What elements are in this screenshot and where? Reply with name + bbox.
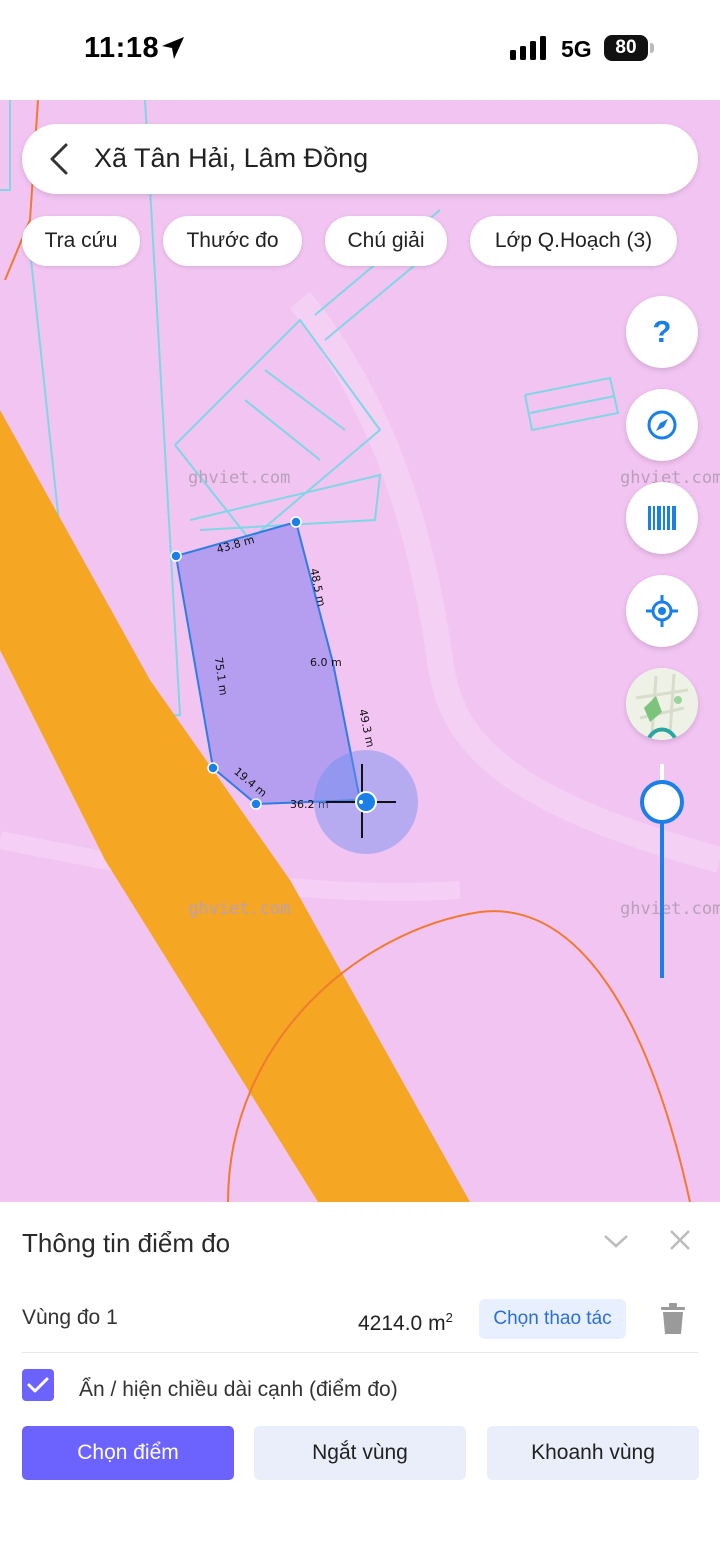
zoom-slider-cap: [660, 764, 664, 780]
zone-name: Vùng đo 1: [22, 1306, 118, 1329]
break-zone-button[interactable]: Ngắt vùng: [254, 1426, 466, 1480]
search-location-text[interactable]: Xã Tân Hải, Lâm Đồng: [94, 143, 368, 174]
zone-area-number: 4214.0 m: [358, 1312, 446, 1335]
trash-icon[interactable]: [660, 1303, 686, 1335]
vertex-handle[interactable]: [170, 550, 182, 562]
vertex-handle[interactable]: [207, 762, 219, 774]
checkmark-icon: [27, 1377, 49, 1393]
help-icon: ?: [652, 314, 672, 349]
zone-area-value: 4214.0 m2: [358, 1310, 453, 1336]
status-time: 11:18: [84, 32, 160, 64]
locate-icon: [646, 595, 678, 627]
zone-area-button[interactable]: Khoanh vùng: [487, 1426, 699, 1480]
barcode-button[interactable]: [626, 482, 698, 554]
signal-icon: [510, 36, 546, 60]
select-point-button[interactable]: Chọn điểm: [22, 1426, 234, 1480]
zone-area-exponent: 2: [445, 1310, 453, 1325]
watermark: ghviet.com: [188, 899, 290, 919]
zoom-slider-track[interactable]: [660, 800, 664, 978]
compass-icon: [647, 410, 677, 440]
chip-ruler[interactable]: Thước đo: [163, 216, 302, 266]
chip-lookup[interactable]: Tra cứu: [22, 216, 140, 266]
battery-indicator: 80: [604, 35, 648, 61]
map-layer-button[interactable]: [626, 668, 698, 740]
vertex-handle[interactable]: [250, 798, 262, 810]
panel-title: Thông tin điểm đo: [22, 1228, 231, 1258]
vertex-handle[interactable]: [290, 516, 302, 528]
edge-length-checkbox[interactable]: [22, 1369, 54, 1401]
edge-length-toggle-label[interactable]: Ẩn / hiện chiều dài cạnh (điểm đo): [79, 1378, 398, 1402]
watermark: ghviet.com: [620, 899, 720, 919]
choose-action-button[interactable]: Chọn thao tác: [479, 1299, 626, 1339]
chip-legend[interactable]: Chú giải: [325, 216, 447, 266]
chevron-down-icon[interactable]: [602, 1230, 630, 1252]
edge-length-label: 6.0 m: [310, 656, 342, 669]
battery-tip: [650, 43, 654, 53]
chip-planning-layers[interactable]: Lớp Q.Hoạch (3): [470, 216, 677, 266]
back-icon[interactable]: [46, 142, 72, 176]
close-icon[interactable]: [668, 1228, 692, 1252]
watermark: ghviet.com: [188, 468, 290, 488]
network-type: 5G: [561, 36, 592, 62]
barcode-icon: [648, 506, 676, 530]
location-arrow-icon: [162, 37, 184, 59]
help-button[interactable]: ?: [626, 296, 698, 368]
locate-button[interactable]: [626, 575, 698, 647]
map-layer-icon: [626, 668, 698, 740]
compass-button[interactable]: [626, 389, 698, 461]
zoom-slider-thumb[interactable]: [640, 780, 684, 824]
divider: [22, 1352, 698, 1353]
